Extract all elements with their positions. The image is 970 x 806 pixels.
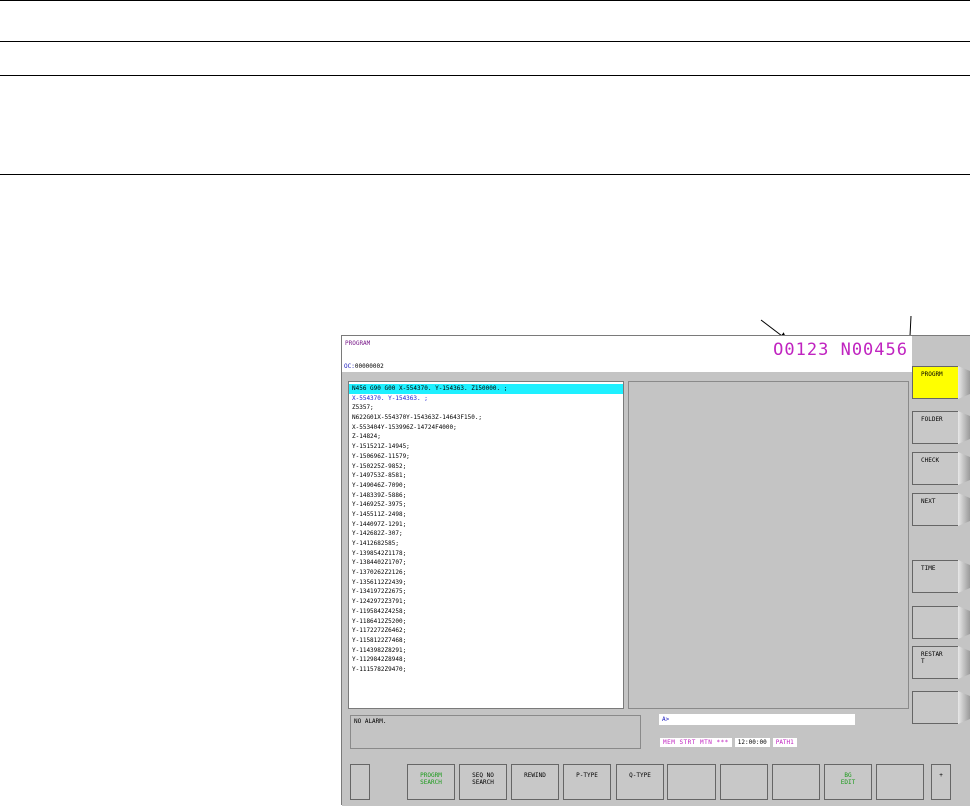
softkey-rewind[interactable]: REWIND: [511, 764, 559, 800]
softkey-blank-6[interactable]: [912, 606, 958, 639]
key-input-buffer[interactable]: A>: [659, 714, 855, 725]
softkey-progrm[interactable]: PROGRM: [912, 366, 958, 399]
softkey-blank-10[interactable]: [876, 764, 924, 800]
program-line[interactable]: Y-149046Z-7090;: [349, 481, 623, 491]
softkey-blank-7[interactable]: [720, 764, 768, 800]
softkey-label: P-TYPE: [576, 772, 598, 779]
softkey-time[interactable]: TIME: [912, 560, 958, 593]
program-line[interactable]: Y-144097Z-1291;: [349, 520, 623, 530]
program-line[interactable]: N622G01X-554370Y-154363Z-14643F150.;: [349, 413, 623, 423]
status-path: PATH1: [772, 738, 797, 747]
program-line[interactable]: Y-149753Z-8581;: [349, 471, 623, 481]
softkey-label: NEXT: [921, 498, 936, 505]
softkey-label-line2: SEARCH: [472, 779, 494, 786]
program-number: O0123 N00456: [773, 340, 908, 360]
cnc-screen: PROGRAM O0123 N00456 OC:00000002 N456 G9…: [341, 335, 970, 806]
program-line[interactable]: Z-14824;: [349, 432, 623, 442]
softkey-progrm-search[interactable]: PROGRM SEARCH: [407, 764, 455, 800]
program-line[interactable]: Y-1370262Z2126;: [349, 568, 623, 578]
status-modes: MEM STRT MTN ***: [660, 738, 732, 747]
program-line[interactable]: Y-1172272Z6462;: [349, 626, 623, 636]
softkey-p-type[interactable]: P-TYPE: [563, 764, 611, 800]
softkey-next-page[interactable]: +: [931, 764, 951, 800]
program-line[interactable]: Y-146925Z-3975;: [349, 500, 623, 510]
program-line[interactable]: Y-1412682585;: [349, 539, 623, 549]
softkey-restar[interactable]: RESTAR T: [912, 646, 958, 679]
horizontal-softkeys: PROGRM SEARCH SEQ NO SEARCH REWIND P-TYPE Q-TY…: [342, 764, 970, 806]
program-line[interactable]: Y-1356112Z2439;: [349, 578, 623, 588]
program-line[interactable]: Z5357;: [349, 403, 623, 413]
program-line[interactable]: Y-151521Z-14945;: [349, 442, 623, 452]
softkey-blank-8[interactable]: [772, 764, 820, 800]
softkey-blank-6[interactable]: [667, 764, 716, 800]
softkey-label: REWIND: [524, 772, 546, 779]
program-line[interactable]: Y-1129842Z8948;: [349, 655, 623, 665]
softkey-label-line2: SEARCH: [420, 779, 442, 786]
program-line-cursor[interactable]: N456 G90 G00 X-554370. Y-154363. Z150000…: [349, 384, 623, 394]
alarm-message-box: NO ALARM.: [350, 715, 641, 749]
softkey-bg-edit[interactable]: BG EDIT: [824, 764, 872, 800]
softkey-label: CHECK: [921, 457, 940, 464]
softkey-folder[interactable]: FOLDER: [912, 411, 958, 444]
program-directory-panel: [628, 381, 909, 709]
softkey-label: Q-TYPE: [629, 772, 651, 779]
status-time: 12:00:00: [734, 738, 770, 747]
softkey-label: BG: [844, 772, 852, 779]
screen-title: PROGRAM: [345, 340, 371, 347]
program-line[interactable]: Y-1158122Z7468;: [349, 636, 623, 646]
program-line[interactable]: X-553404Y-153996Z-14724F4000;: [349, 423, 623, 433]
softkey-label-line2: T: [921, 658, 925, 665]
softkey-label: TIME: [921, 565, 936, 572]
key-input-prompt: A>: [662, 716, 670, 723]
softkey-blank-0[interactable]: [350, 764, 370, 800]
softkey-label: RESTAR: [921, 651, 943, 658]
oc-line: OC:00000002: [342, 362, 912, 372]
softkey-label: +: [939, 772, 943, 779]
program-line[interactable]: Y-1398542Z1178;: [349, 549, 623, 559]
oc-label: OC:: [344, 363, 355, 370]
program-line[interactable]: Y-1341972Z2675;: [349, 587, 623, 597]
program-line[interactable]: X-554370. Y-154363. ;: [349, 394, 623, 404]
program-line[interactable]: Y-150696Z-11579;: [349, 452, 623, 462]
program-line[interactable]: Y-1195842Z4258;: [349, 607, 623, 617]
softkey-next[interactable]: NEXT: [912, 493, 958, 526]
softkey-label: SEQ NO: [472, 772, 494, 779]
vertical-softkeys: PROGRM FOLDER CHECK NEXT TIME RESTAR T: [912, 362, 970, 757]
softkey-seq-no-search[interactable]: SEQ NO SEARCH: [459, 764, 507, 800]
program-line[interactable]: Y-1186412Z5200;: [349, 617, 623, 627]
program-line[interactable]: Y-1115782Z9470;: [349, 665, 623, 675]
oc-value: 00000002: [354, 363, 384, 370]
program-line[interactable]: Y-145511Z-2498;: [349, 510, 623, 520]
softkey-label-line2: EDIT: [840, 779, 856, 786]
softkey-label: FOLDER: [921, 416, 943, 423]
program-line[interactable]: Y-148339Z-5886;: [349, 491, 623, 501]
softkey-q-type[interactable]: Q-TYPE: [616, 764, 664, 800]
alarm-text: NO ALARM.: [354, 718, 387, 725]
softkey-check[interactable]: CHECK: [912, 452, 958, 485]
program-line[interactable]: Y-1143982Z8291;: [349, 646, 623, 656]
program-line[interactable]: Y-1242972Z3791;: [349, 597, 623, 607]
arrow-sequence-number: [905, 315, 914, 343]
softkey-blank-8[interactable]: [912, 691, 958, 724]
program-line[interactable]: Y-1384402Z1707;: [349, 558, 623, 568]
status-bar: MEM STRT MTN *** 12:00:00 PATH1: [660, 738, 797, 747]
program-line[interactable]: Y-142682Z-307;: [349, 529, 623, 539]
softkey-label: PROGRM: [420, 772, 442, 779]
softkey-label: PROGRM: [921, 371, 943, 378]
program-text-panel[interactable]: N456 G90 G00 X-554370. Y-154363. Z150000…: [348, 381, 624, 709]
program-line[interactable]: Y-150225Z-9852;: [349, 462, 623, 472]
title-bar: PROGRAM O0123 N00456: [342, 336, 912, 362]
